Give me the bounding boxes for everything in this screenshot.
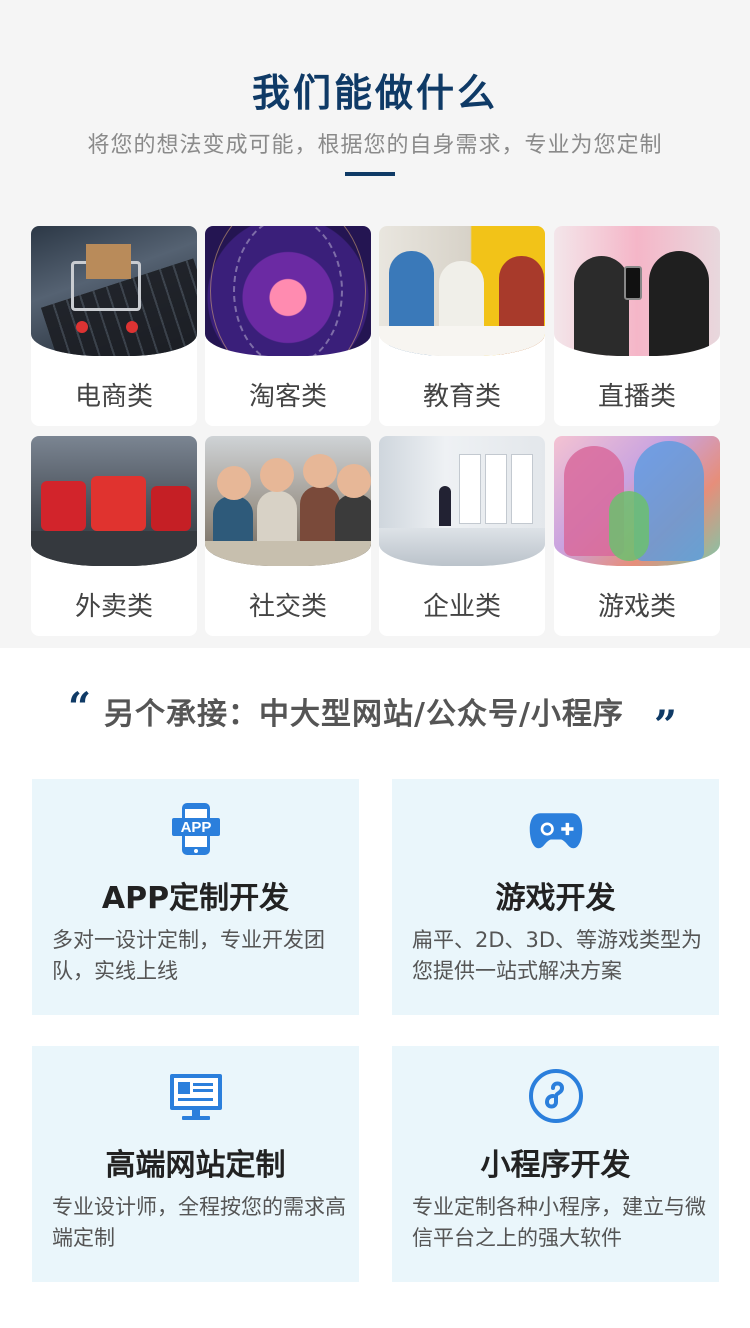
game-image xyxy=(554,436,720,566)
enterprise-image xyxy=(379,436,545,566)
category-card-enterprise[interactable]: 企业类 xyxy=(379,436,545,636)
service-card-game[interactable]: 游戏开发 扁平、2D、3D、等游戏类型为您提供一站式解决方案 xyxy=(392,779,719,1015)
service-title: APP定制开发 xyxy=(101,881,290,916)
category-label: 直播类 xyxy=(597,382,676,412)
service-description: 专业设计师，全程按您的需求高端定制 xyxy=(52,1195,346,1250)
social-image xyxy=(205,436,371,566)
category-card-ecommerce[interactable]: 电商类 xyxy=(31,226,197,426)
service-title: 游戏开发 xyxy=(495,881,616,916)
svg-text:APP: APP xyxy=(181,819,212,836)
open-quote-icon: “ xyxy=(68,684,92,731)
close-quote-icon: ” xyxy=(654,702,678,749)
section-subtitle: 将您的想法变成可能，根据您的自身需求，专业为您定制 xyxy=(87,133,663,158)
category-card-delivery[interactable]: 外卖类 xyxy=(31,436,197,636)
service-card-website[interactable]: 高端网站定制 专业设计师，全程按您的需求高端定制 xyxy=(32,1046,359,1282)
category-label: 电商类 xyxy=(74,382,153,412)
category-card-social[interactable]: 社交类 xyxy=(205,436,371,636)
service-card-miniprogram[interactable]: 小程序开发 专业定制各种小程序，建立与微信平台之上的强大软件 xyxy=(392,1046,719,1282)
gamepad-icon xyxy=(529,813,583,849)
category-label: 教育类 xyxy=(422,382,501,412)
taoke-image xyxy=(205,226,371,356)
category-label: 淘客类 xyxy=(248,382,327,412)
title-underline xyxy=(345,172,395,176)
education-image xyxy=(379,226,545,356)
category-label: 社交类 xyxy=(248,592,327,622)
service-description: 扁平、2D、3D、等游戏类型为您提供一站式解决方案 xyxy=(412,928,703,983)
app-phone-icon: APP xyxy=(172,803,220,855)
category-card-livestream[interactable]: 直播类 xyxy=(554,226,720,426)
extra-services-heading: 另个承接：中大型网站/公众号/小程序 xyxy=(104,697,624,732)
category-label: 企业类 xyxy=(422,592,501,622)
category-card-taoke[interactable]: 淘客类 xyxy=(205,226,371,426)
ecommerce-image xyxy=(31,226,197,356)
service-description: 多对一设计定制，专业开发团队，实线上线 xyxy=(52,928,325,983)
service-description: 专业定制各种小程序，建立与微信平台之上的强大软件 xyxy=(412,1195,706,1250)
website-monitor-icon xyxy=(170,1074,222,1120)
service-card-app[interactable]: APP APP定制开发 多对一设计定制，专业开发团队，实线上线 xyxy=(32,779,359,1015)
delivery-image xyxy=(31,436,197,566)
category-label: 外卖类 xyxy=(74,592,153,622)
category-card-education[interactable]: 教育类 xyxy=(379,226,545,426)
mini-program-icon xyxy=(529,1069,583,1123)
what-we-do-section: 我们能做什么 将您的想法变成可能，根据您的自身需求，专业为您定制 电商类 淘客类… xyxy=(0,0,750,648)
livestream-image xyxy=(554,226,720,356)
service-title: 高端网站定制 xyxy=(105,1148,286,1183)
category-label: 游戏类 xyxy=(597,592,676,622)
section-title: 我们能做什么 xyxy=(251,71,498,115)
service-title: 小程序开发 xyxy=(480,1148,631,1183)
category-card-game[interactable]: 游戏类 xyxy=(554,436,720,636)
